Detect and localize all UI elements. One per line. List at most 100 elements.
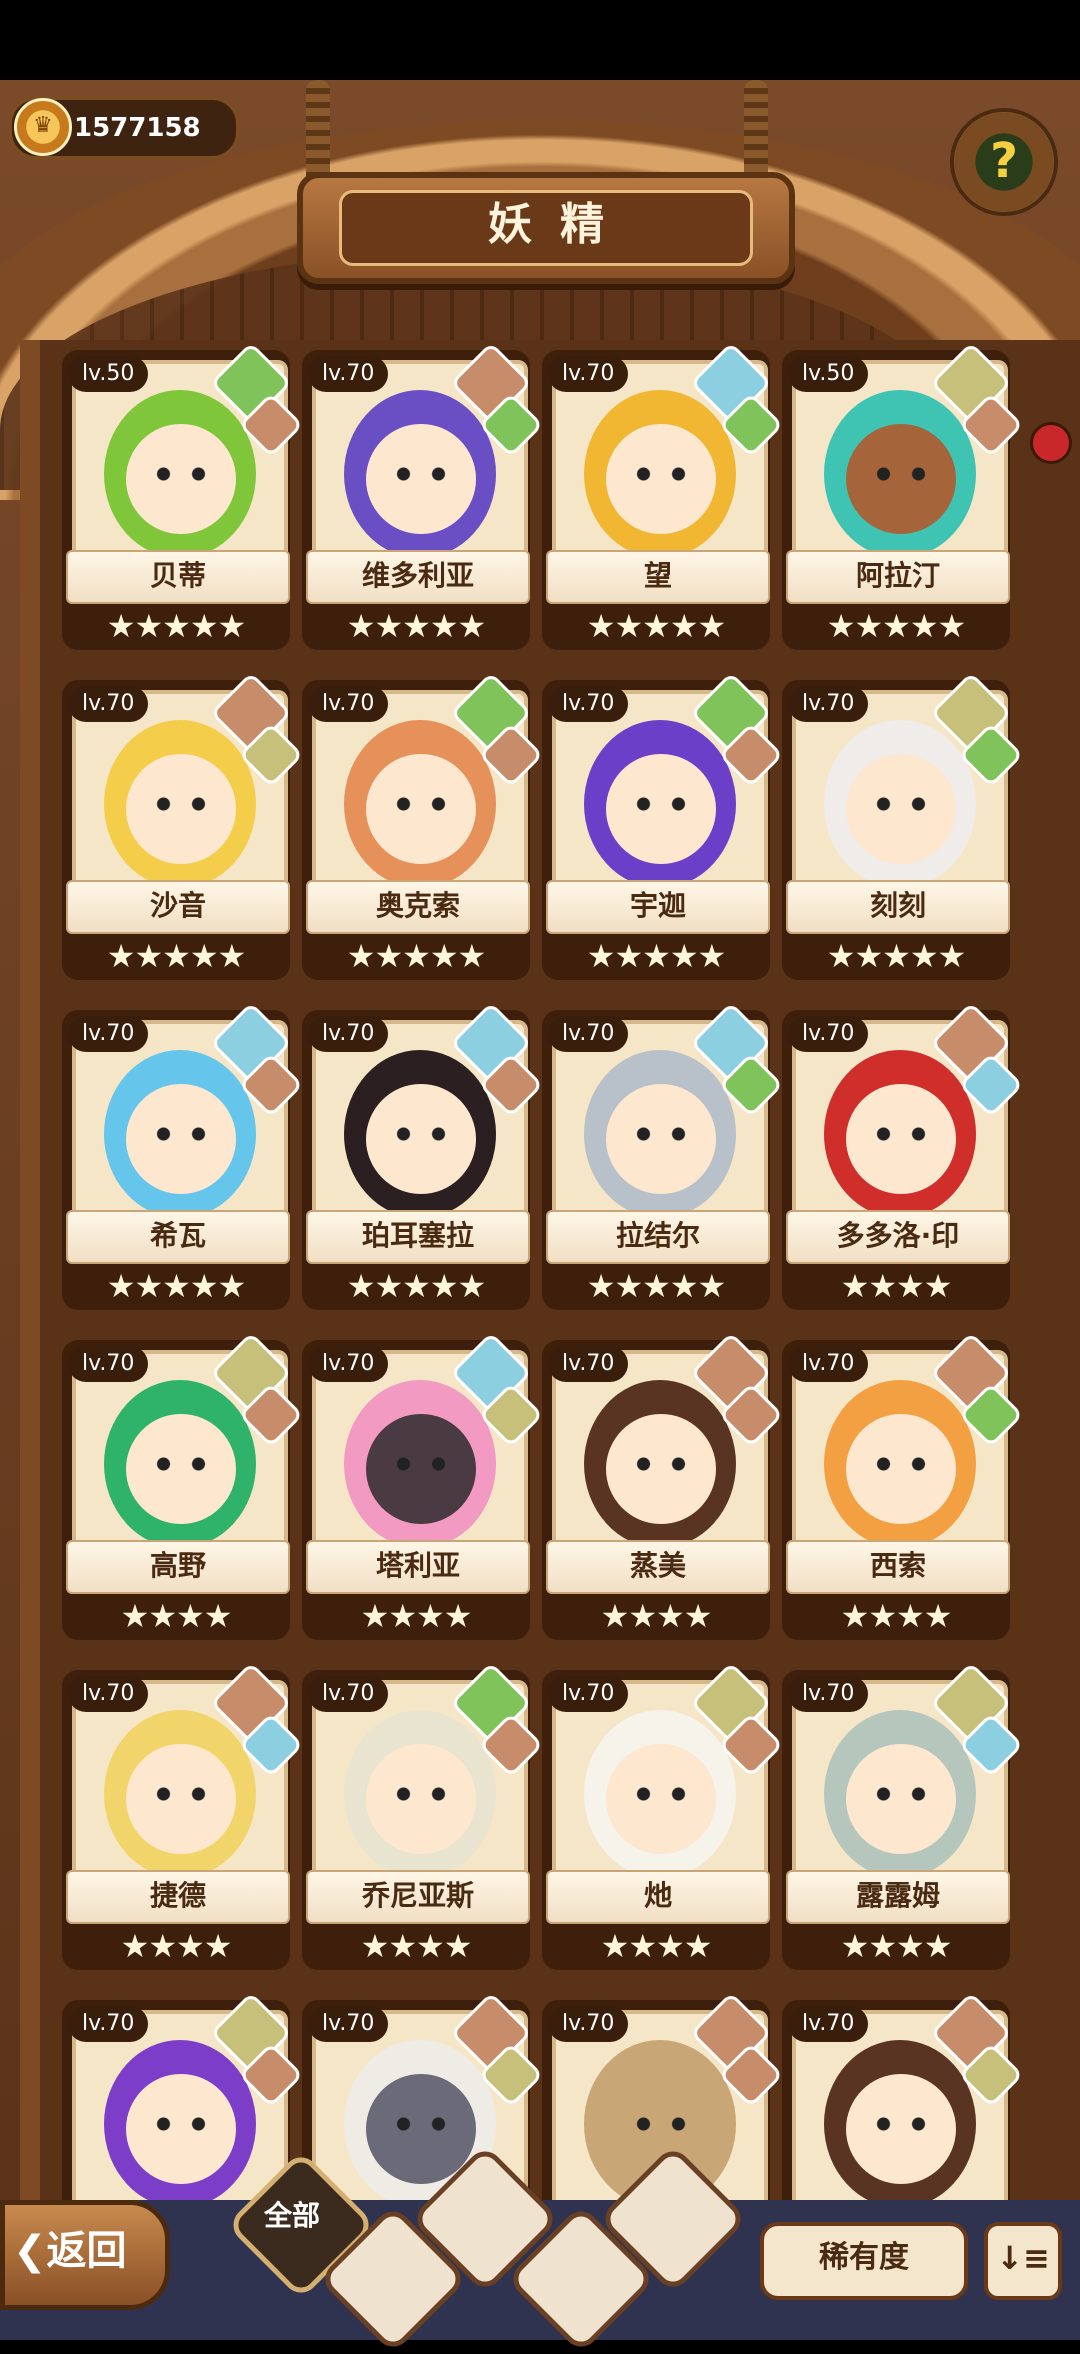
fairy-card[interactable]: lv.70 塔利亚 ★★★★ (302, 1331, 544, 1640)
fairy-name: 乔尼亚斯 (306, 1870, 530, 1924)
fairy-card[interactable]: lv.70 灺 ★★★★ (542, 1661, 784, 1970)
fairy-name: 西索 (786, 1540, 1010, 1594)
fairy-card[interactable]: lv.70 乔尼亚斯 ★★★★ (302, 1661, 544, 1970)
level-badge: lv.70 (548, 356, 629, 392)
level-badge: lv.70 (68, 686, 149, 722)
fairy-eyes (146, 2114, 216, 2134)
level-badge: lv.70 (308, 1016, 389, 1052)
fairy-eyes (386, 464, 456, 484)
fairy-name: 维多利亚 (306, 550, 530, 604)
fairy-eyes (626, 1784, 696, 1804)
fairy-name: 灺 (546, 1870, 770, 1924)
fairy-card[interactable]: lv.50 阿拉汀 ★★★★★ (782, 341, 1024, 650)
fairy-name: 奥克索 (306, 880, 530, 934)
level-badge: lv.70 (548, 1676, 629, 1712)
star-rating: ★★★★ (840, 1267, 953, 1305)
fairy-eyes (386, 1454, 456, 1474)
star-rating: ★★★★★ (106, 607, 246, 645)
level-badge: lv.50 (68, 356, 149, 392)
fairy-eyes (866, 2114, 936, 2134)
fairy-eyes (626, 794, 696, 814)
level-badge: lv.50 (788, 356, 869, 392)
fairy-card[interactable]: lv.70 望 ★★★★★ (542, 341, 784, 650)
level-badge: lv.70 (548, 1016, 629, 1052)
star-rating: ★★★★★ (826, 937, 966, 975)
fairy-eyes (146, 1124, 216, 1144)
coin-icon: ♛ (14, 98, 72, 156)
back-label: 返回 (46, 2228, 127, 2274)
fairy-card[interactable]: lv.50 贝蒂 ★★★★★ (62, 341, 304, 650)
sort-order-button[interactable]: ↓≡ (984, 2222, 1062, 2300)
fairy-name: 露露姆 (786, 1870, 1010, 1924)
star-rating: ★★★★★ (826, 607, 966, 645)
fairy-card[interactable]: lv.70 西索 ★★★★ (782, 1331, 1024, 1640)
fairy-name: 望 (546, 550, 770, 604)
level-badge: lv.70 (68, 1346, 149, 1382)
fairy-name: 高野 (66, 1540, 290, 1594)
fairy-eyes (626, 1454, 696, 1474)
star-rating: ★★★★★ (586, 937, 726, 975)
level-badge: lv.70 (788, 1676, 869, 1712)
fairy-name: 阿拉汀 (786, 550, 1010, 604)
level-badge: lv.70 (308, 1346, 389, 1382)
star-rating: ★★★★★ (106, 937, 246, 975)
fairy-name: 贝蒂 (66, 550, 290, 604)
level-badge: lv.70 (788, 1346, 869, 1382)
rarity-sort-button[interactable]: 稀有度 (760, 2222, 968, 2300)
level-badge: lv.70 (788, 2006, 869, 2042)
fairy-card[interactable]: lv.70 希瓦 ★★★★★ (62, 1001, 304, 1310)
star-rating: ★★★★ (840, 1927, 953, 1965)
star-rating: ★★★★ (360, 1597, 473, 1635)
fairy-card[interactable]: lv.70 拉结尔 ★★★★★ (542, 1001, 784, 1310)
level-badge: lv.70 (308, 2006, 389, 2042)
star-rating: ★★★★ (840, 1597, 953, 1635)
fairy-eyes (626, 2114, 696, 2134)
fairy-name: 蒸美 (546, 1540, 770, 1594)
fairy-card[interactable]: lv.70 奥克索 ★★★★★ (302, 671, 544, 980)
fairy-name: 珀耳塞拉 (306, 1210, 530, 1264)
level-badge: lv.70 (308, 1676, 389, 1712)
star-rating: ★★★★★ (586, 607, 726, 645)
star-rating: ★★★★ (600, 1597, 713, 1635)
level-badge: lv.70 (68, 2006, 149, 2042)
help-button[interactable]: ? (950, 108, 1058, 216)
level-badge: lv.70 (788, 686, 869, 722)
level-badge: lv.70 (68, 1016, 149, 1052)
fairy-card[interactable]: lv.70 沙音 ★★★★★ (62, 671, 304, 980)
fairy-card[interactable]: lv.70 维多利亚 ★★★★★ (302, 341, 544, 650)
level-badge: lv.70 (548, 2006, 629, 2042)
fairy-eyes (866, 1454, 936, 1474)
fairy-card[interactable]: lv.70 宇迦 ★★★★★ (542, 671, 784, 980)
title-board: 妖精 (297, 172, 795, 284)
level-badge: lv.70 (308, 356, 389, 392)
star-rating: ★★★★★ (346, 937, 486, 975)
level-badge: lv.70 (548, 686, 629, 722)
fairy-card[interactable]: lv.70 珀耳塞拉 ★★★★★ (302, 1001, 544, 1310)
star-rating: ★★★★★ (346, 1267, 486, 1305)
coin-counter: ♛ 1577158 (8, 96, 240, 160)
fairy-card[interactable]: lv.70 高野 ★★★★ (62, 1331, 304, 1640)
fairy-card[interactable]: lv.70 捷德 ★★★★ (62, 1661, 304, 1970)
fairy-card[interactable]: lv.70 露露姆 ★★★★ (782, 1661, 1024, 1970)
back-button[interactable]: ❮返回 (0, 2200, 170, 2310)
fairy-name: 刻刻 (786, 880, 1010, 934)
star-rating: ★★★★★ (346, 607, 486, 645)
fairy-name: 塔利亚 (306, 1540, 530, 1594)
fairy-eyes (866, 794, 936, 814)
star-rating: ★★★★ (120, 1597, 233, 1635)
star-rating: ★★★★★ (106, 1267, 246, 1305)
fairy-eyes (146, 1784, 216, 1804)
coin-value: 1577158 (74, 113, 201, 143)
fairy-card[interactable]: lv.70 蒸美 ★★★★ (542, 1331, 784, 1640)
filter-all-label: 全部 (264, 2199, 321, 2232)
page-title: 妖精 (339, 190, 753, 266)
fairy-card[interactable]: lv.70 多多洛·印 ★★★★ (782, 1001, 1024, 1310)
fairy-eyes (626, 1124, 696, 1144)
star-rating: ★★★★ (120, 1927, 233, 1965)
level-badge: lv.70 (548, 1346, 629, 1382)
fairy-card[interactable]: lv.70 刻刻 ★★★★★ (782, 671, 1024, 980)
fairy-name: 沙音 (66, 880, 290, 934)
level-badge: lv.70 (788, 1016, 869, 1052)
back-icon: ❮ (13, 2228, 47, 2274)
fairy-eyes (866, 464, 936, 484)
